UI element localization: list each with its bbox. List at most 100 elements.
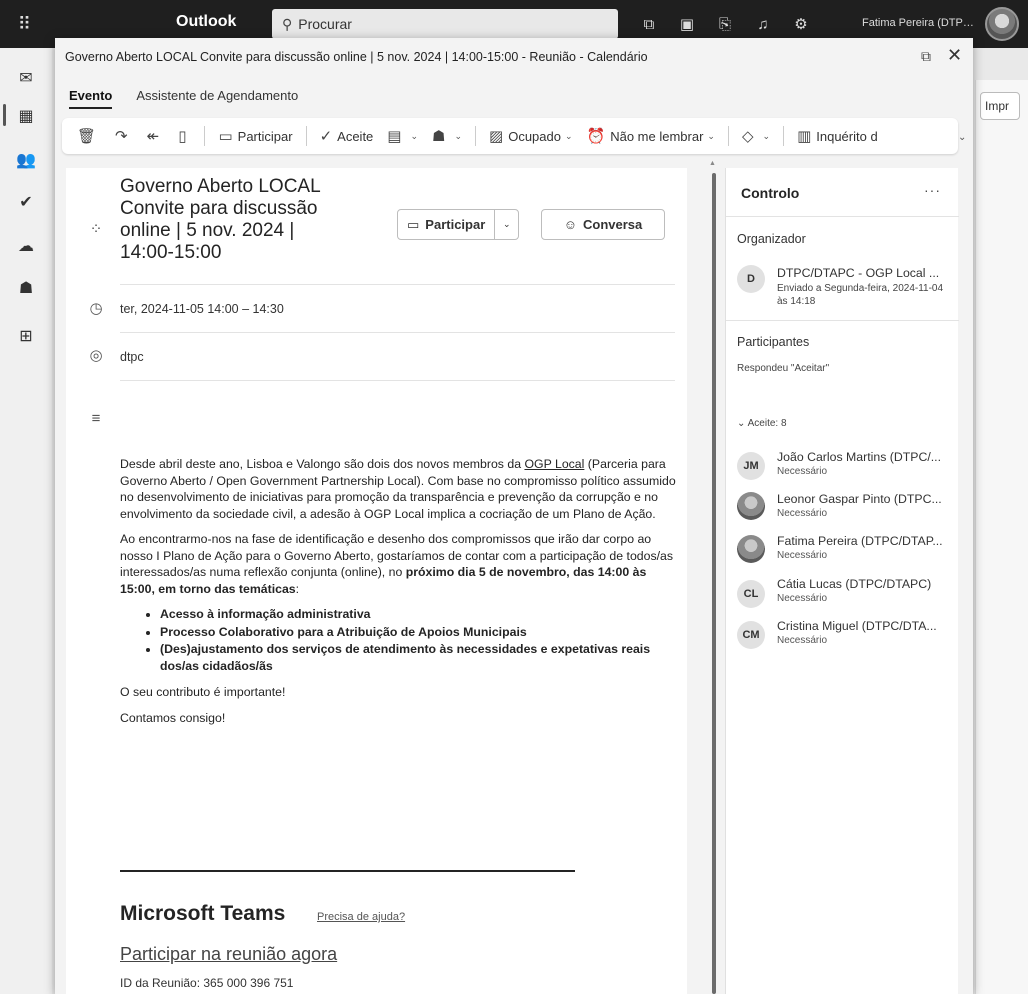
calendar-background — [975, 80, 1028, 994]
toolbar: 🗑 ↷ ↞ ▯ ▭ Participar ✓ Aceite ▤ ⌄ ☗ ⌄ ▨ Ocupa… — [62, 118, 958, 154]
print-button-peek[interactable]: Impr — [980, 92, 1020, 120]
show-as-dropdown[interactable]: ▨ Ocupado ⌄ — [482, 122, 580, 150]
join-toolbar-label: Participar — [237, 128, 293, 144]
topic-list: Acesso à informação administrativa Proce… — [160, 606, 680, 674]
teams-help-link[interactable]: Precisa de ajuda? — [317, 911, 405, 923]
chevron-down-icon: ⌄ — [503, 219, 511, 229]
event-datetime: ter, 2024-11-05 14:00 – 14:30 — [120, 302, 284, 316]
attendee-name[interactable]: João Carlos Martins (DTPC/... — [777, 450, 953, 464]
copy-icon: ▯ — [178, 128, 187, 145]
todo-icon[interactable]: ✔ — [14, 190, 38, 214]
search-box[interactable]: ⚲ Procurar — [272, 9, 618, 39]
attendee-role: Necessário — [777, 593, 828, 604]
topic-item: (Des)ajustamento dos serviços de atendim… — [160, 641, 680, 674]
tag-icon: ◇ — [741, 128, 754, 145]
response-status: Respondeu "Aceitar" — [737, 363, 830, 374]
attendee-name[interactable]: Cátia Lucas (DTPC/DTAPC) — [777, 577, 953, 591]
accept-label: Aceite — [337, 128, 374, 144]
onedrive-icon[interactable]: ☁ — [14, 234, 38, 258]
accepted-group-toggle[interactable]: ⌄ Aceite: 8 — [737, 418, 787, 429]
chat-button-label: Conversa — [583, 217, 643, 232]
meet-now-icon[interactable]: ⧉ — [630, 10, 668, 38]
body-text-segment: Desde abril deste ano, Lisboa e Valongo … — [120, 457, 525, 471]
respond-options-button[interactable]: ▤ ⌄ — [380, 122, 425, 150]
attendee-name[interactable]: Cristina Miguel (DTPC/DTA... — [777, 619, 953, 633]
reply-all-icon: ↞ — [146, 128, 160, 145]
divider — [726, 320, 959, 321]
scroll-up-arrow-icon[interactable]: ▲ — [709, 160, 716, 167]
join-split-button: ▭ Participar ⌄ — [397, 209, 520, 240]
notifications-icon[interactable]: ♫ — [744, 10, 782, 38]
toolbar-divider — [727, 126, 729, 146]
people-icon[interactable]: 👥 — [14, 148, 38, 172]
poll-label: Inquérito d — [816, 128, 878, 144]
more-apps-icon[interactable]: ⊞ — [14, 324, 38, 348]
toolbar-overflow-icon[interactable]: ⌄ — [958, 132, 966, 143]
teams-icon: ☗ — [432, 128, 446, 145]
poll-icon: ▥ — [797, 128, 812, 145]
onenote-icon[interactable]: ▣ — [668, 10, 706, 38]
alarm-icon: ⏰ — [586, 128, 606, 145]
user-name[interactable]: Fatima Pereira (DTPC/DTAPC) — [862, 17, 977, 29]
attendee-avatar[interactable] — [737, 535, 765, 563]
ogp-local-link[interactable]: OGP Local — [524, 457, 584, 471]
attendee-avatar[interactable]: CM — [737, 621, 765, 649]
chevron-down-icon: ⌄ — [410, 130, 419, 141]
busy-icon: ▨ — [489, 128, 504, 145]
video-icon: ▭ — [407, 216, 420, 232]
app-launcher-icon[interactable]: ⠿ — [0, 0, 48, 48]
organizer-name[interactable]: DTPC/DTAPC - OGP Local ... — [777, 266, 953, 280]
event-type-icon: ⁘ — [89, 221, 103, 238]
divider — [120, 380, 675, 381]
chat-button[interactable]: ☺ Conversa — [541, 209, 665, 240]
delete-button[interactable]: 🗑 — [70, 122, 108, 150]
teams-icon[interactable]: ☗ — [14, 276, 38, 300]
body-text-segment: : — [295, 581, 300, 596]
divider — [120, 332, 675, 333]
chevron-down-icon: ⌄ — [762, 130, 771, 141]
attendee-avatar[interactable] — [737, 492, 765, 520]
attendee-role: Necessário — [777, 508, 828, 519]
organizer-avatar[interactable]: D — [737, 265, 765, 293]
teams-options-button[interactable]: ☗ ⌄ — [425, 122, 469, 150]
active-indicator — [3, 104, 6, 126]
toolbar-divider — [783, 126, 785, 146]
tab-scheduling-assistant[interactable]: Assistente de Agendamento — [136, 88, 298, 109]
scrollbar[interactable] — [712, 173, 716, 994]
forward-icon: ↷ — [115, 128, 128, 145]
more-options-icon[interactable]: ··· — [924, 182, 941, 198]
event-location: dtpc — [120, 350, 144, 364]
mail-icon[interactable]: ✉ — [14, 66, 38, 90]
app-name[interactable]: Outlook — [176, 13, 236, 31]
reminder-dropdown[interactable]: ⏰ Não me lembrar ⌄ — [580, 122, 722, 150]
attendee-avatar[interactable]: CL — [737, 580, 765, 608]
join-button[interactable]: ▭ Participar — [398, 210, 494, 239]
popout-icon[interactable]: ⧉ — [921, 48, 931, 65]
notes-icon[interactable]: ⎘ — [706, 10, 744, 38]
categorize-dropdown[interactable]: ◇ ⌄ — [735, 122, 777, 150]
attendee-avatar[interactable]: JM — [737, 452, 765, 480]
organizer-sent: Enviado a Segunda-feira, 2024-11-04 às 1… — [777, 283, 944, 307]
user-avatar[interactable] — [985, 7, 1019, 41]
tab-event[interactable]: Evento — [69, 88, 113, 109]
attendee-name[interactable]: Fatima Pereira (DTPC/DTAP... — [777, 534, 953, 548]
toolbar-divider — [475, 126, 477, 146]
tab-bar: Evento Assistente de Agendamento — [69, 88, 298, 109]
poll-button[interactable]: ▥ Inquérito d — [790, 122, 885, 150]
attendee-name[interactable]: Leonor Gaspar Pinto (DTPC... — [777, 492, 953, 506]
teams-divider — [120, 870, 575, 872]
settings-icon[interactable]: ⚙ — [782, 10, 820, 38]
calendar-icon[interactable]: ▦ — [14, 104, 38, 128]
teams-title: Microsoft Teams — [120, 902, 286, 925]
teams-join-link[interactable]: Participar na reunião agora — [120, 944, 337, 965]
reply-all-button[interactable]: ↞ — [140, 122, 172, 150]
copy-button[interactable]: ▯ — [171, 122, 198, 150]
forward-button[interactable]: ↷ — [108, 122, 140, 150]
close-icon[interactable]: ✕ — [947, 45, 962, 66]
search-placeholder: Procurar — [298, 16, 352, 32]
accept-button[interactable]: ✓ Aceite — [313, 122, 381, 150]
tracking-title: Controlo — [741, 185, 800, 201]
join-options-button[interactable]: ⌄ — [494, 210, 518, 239]
join-toolbar-button[interactable]: ▭ Participar — [211, 122, 299, 150]
event-body: Desde abril deste ano, Lisboa e Valongo … — [120, 456, 680, 735]
